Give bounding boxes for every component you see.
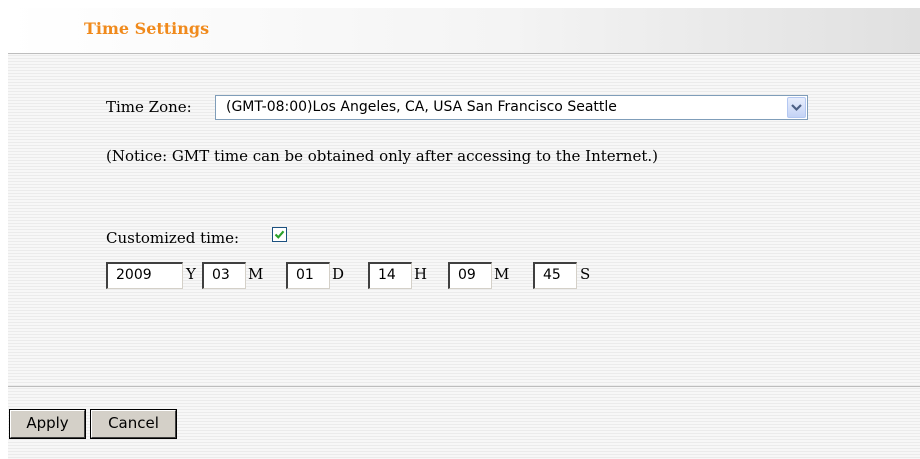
year-unit: Y xyxy=(186,265,196,283)
footer-divider xyxy=(8,386,920,387)
checkmark-icon xyxy=(274,230,285,239)
timezone-selected-value: (GMT-08:00)Los Angeles, CA, USA San Fran… xyxy=(226,99,617,115)
chevron-down-icon xyxy=(791,104,802,112)
minute-unit: M xyxy=(494,265,510,283)
second-unit: S xyxy=(580,265,591,283)
cancel-button[interactable]: Cancel xyxy=(91,410,176,438)
year-input[interactable]: 2009 xyxy=(106,262,183,289)
section-title: Time Settings xyxy=(84,19,210,38)
month-unit: M xyxy=(248,265,264,283)
second-input[interactable]: 45 xyxy=(533,262,577,289)
timezone-label: Time Zone: xyxy=(106,98,192,116)
month-input[interactable]: 03 xyxy=(202,262,246,289)
header-divider xyxy=(8,53,920,54)
day-input[interactable]: 01 xyxy=(286,262,330,289)
hour-input[interactable]: 14 xyxy=(368,262,412,289)
hour-unit: H xyxy=(414,265,428,283)
apply-button[interactable]: Apply xyxy=(10,410,85,438)
customized-time-label: Customized time: xyxy=(106,229,240,247)
day-unit: D xyxy=(332,265,345,283)
customized-time-checkbox[interactable] xyxy=(272,227,287,242)
minute-input[interactable]: 09 xyxy=(448,262,492,289)
dropdown-button[interactable] xyxy=(787,97,806,118)
timezone-select[interactable]: (GMT-08:00)Los Angeles, CA, USA San Fran… xyxy=(215,95,808,120)
notice-text: (Notice: GMT time can be obtained only a… xyxy=(106,147,658,165)
